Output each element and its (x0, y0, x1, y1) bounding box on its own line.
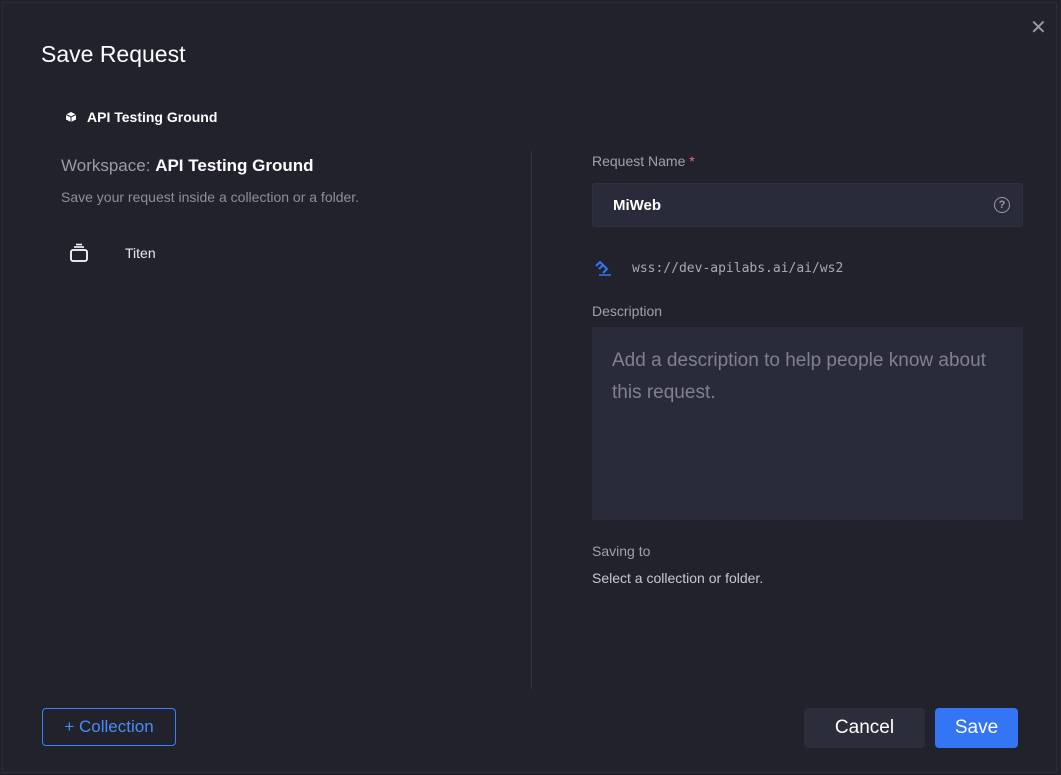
collection-name: Titen (125, 245, 156, 261)
request-name-label: Request Name * (592, 153, 695, 169)
workspace-cube-icon (65, 112, 77, 122)
collection-icon (70, 243, 88, 262)
collection-item-titen[interactable]: Titen (69, 243, 156, 263)
websocket-icon (595, 260, 611, 276)
workspace-chip-label: API Testing Ground (87, 109, 218, 125)
workspace-chip: API Testing Ground (65, 109, 217, 125)
workspace-heading: Workspace: API Testing Ground (61, 156, 314, 176)
description-label: Description (592, 303, 663, 319)
workspace-label: Workspace: (61, 156, 151, 175)
saving-to-value: Select a collection or folder. (592, 570, 764, 586)
url-text: wss://dev-apilabs.ai/ai/ws2 (632, 260, 844, 276)
saving-to-label: Saving to (592, 543, 651, 559)
description-textarea[interactable]: Add a description to help people know ab… (592, 327, 1023, 520)
add-collection-button[interactable]: + Collection (42, 708, 176, 746)
save-request-dialog: Save Request ✕ API Testing Ground Worksp… (2, 2, 1057, 773)
request-url: wss://dev-apilabs.ai/ai/ws2 (594, 260, 843, 276)
save-hint: Save your request inside a collection or… (61, 189, 360, 205)
help-icon[interactable]: ? (994, 197, 1010, 213)
close-icon[interactable]: ✕ (1030, 15, 1047, 40)
request-name-input[interactable]: MiWeb ? (592, 183, 1023, 227)
request-name-value[interactable]: MiWeb (613, 197, 661, 214)
cancel-button[interactable]: Cancel (804, 708, 925, 748)
required-mark: * (689, 153, 695, 169)
save-button[interactable]: Save (935, 708, 1018, 748)
dialog-title: Save Request (41, 41, 186, 67)
column-divider (531, 151, 532, 689)
workspace-name: API Testing Ground (155, 156, 314, 175)
